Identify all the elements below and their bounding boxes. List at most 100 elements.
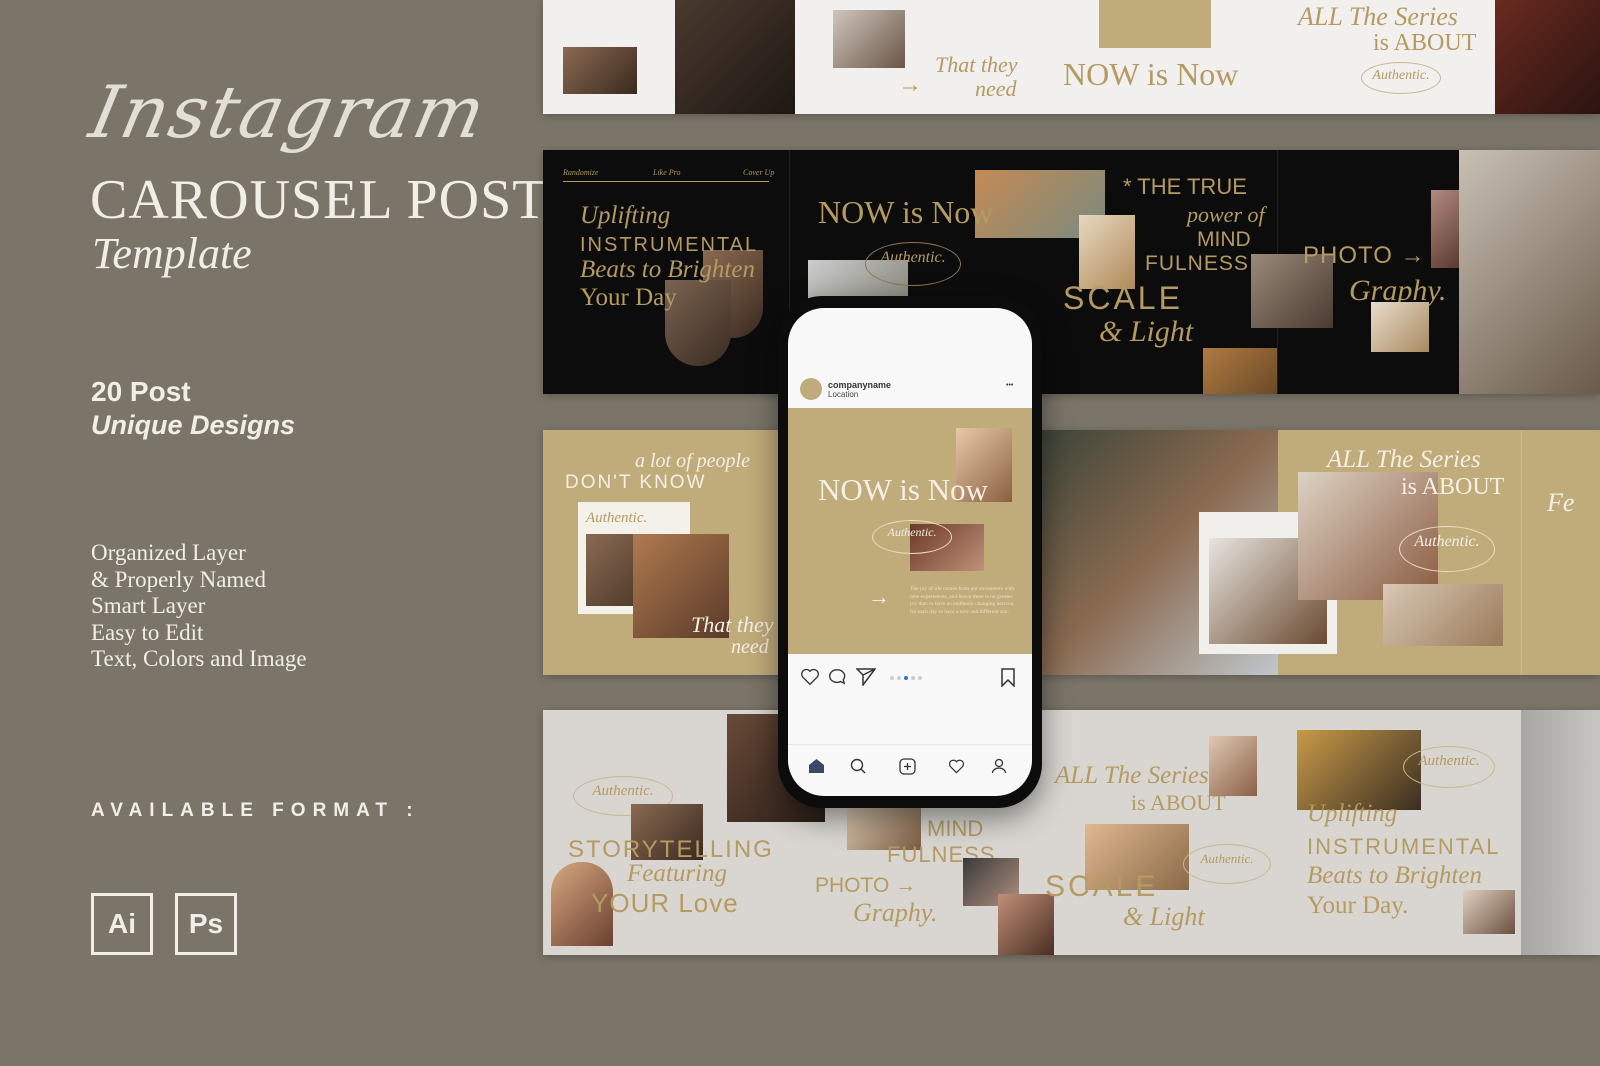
instrumental-text: INSTRUMENTAL — [580, 234, 759, 256]
photo — [1521, 710, 1600, 955]
dont-know-text: DON'T KNOW — [565, 472, 707, 493]
your-day-text: Your Day — [580, 284, 677, 311]
authentic-badge: Authentic. — [1403, 746, 1495, 788]
carousel-strip-4: Authentic. STORYTELLING Featuring YOUR L… — [543, 710, 1600, 955]
beats-text: Beats to Brighten — [1307, 862, 1482, 889]
graphy-text: Graphy. — [853, 898, 938, 927]
lot-of-people-text: a lot of people — [635, 450, 750, 472]
username[interactable]: companyname — [828, 380, 891, 390]
carousel-strip-2: Randomize Like Pro Cover Up Uplifting IN… — [543, 150, 1600, 394]
true-text: * THE TRUE — [1123, 174, 1247, 199]
scale-text: SCALE — [1045, 870, 1159, 903]
hero-title: CAROUSEL POST — [90, 169, 548, 231]
that-they-text: That they — [691, 612, 774, 637]
your-day-text: Your Day. — [1307, 892, 1409, 919]
feature-item: Organized Layer — [91, 540, 246, 565]
photo — [1459, 150, 1600, 394]
bookmark-icon[interactable] — [1000, 668, 1016, 687]
all-series-text: ALL The Series — [1055, 762, 1209, 789]
phone-mockup: companyname Location ••• NOW is Now Auth… — [778, 296, 1042, 808]
photo — [563, 47, 637, 94]
carousel-dot — [911, 676, 915, 680]
photo — [833, 10, 905, 68]
feature-item: Smart Layer — [91, 593, 206, 618]
nav-item: Like Pro — [653, 168, 681, 177]
photo — [1463, 890, 1515, 934]
now-is-now-text: NOW is Now — [1063, 56, 1239, 92]
avatar[interactable] — [800, 378, 822, 400]
divider — [563, 181, 769, 182]
carousel-strip-3: a lot of people DON'T KNOW Authentic. Th… — [543, 430, 1600, 675]
carousel-dot — [904, 676, 908, 680]
fe-text: Fe — [1547, 488, 1575, 517]
arrow-icon: → — [898, 72, 922, 98]
light-text: & Light — [1099, 315, 1194, 348]
all-series-text: ALL The Series — [1327, 446, 1481, 473]
photo — [1495, 0, 1600, 114]
your-love-text: YOUR Love — [591, 888, 739, 918]
divider — [788, 744, 1032, 745]
featuring-text: Featuring — [627, 860, 727, 887]
authentic-badge: Authentic. — [1183, 844, 1271, 884]
post-title: NOW is Now — [818, 472, 988, 507]
carousel-dot — [918, 676, 922, 680]
home-icon[interactable] — [808, 758, 825, 774]
photo — [1209, 736, 1257, 796]
carousel-dot — [897, 676, 901, 680]
location[interactable]: Location — [828, 390, 858, 399]
instagram-screen: companyname Location ••• NOW is Now Auth… — [788, 308, 1032, 796]
authentic-text: Authentic. — [586, 510, 648, 526]
post-count-label: Unique Designs — [91, 410, 296, 440]
is-about-text: is ABOUT — [1401, 474, 1505, 500]
add-post-icon[interactable] — [899, 758, 916, 775]
is-about-text: is ABOUT — [1373, 30, 1477, 56]
post-image[interactable]: NOW is Now Authentic. → The joy of life … — [788, 408, 1032, 654]
beats-text: Beats to Brighten — [580, 256, 755, 283]
nav-item: Cover Up — [743, 168, 775, 177]
photo — [1203, 348, 1277, 394]
all-series-text: ALL The Series — [1298, 2, 1458, 31]
photo — [1383, 584, 1503, 646]
like-icon[interactable] — [800, 668, 820, 686]
photo-text: PHOTO → — [1303, 242, 1426, 269]
mind-text: MIND — [1197, 228, 1251, 251]
feature-item: Text, Colors and Image — [91, 646, 307, 671]
photo — [1431, 190, 1459, 268]
features-list: Organized Layer & Properly Named Smart L… — [91, 540, 307, 673]
hero-script-title: Instagram — [83, 70, 495, 154]
scale-text: SCALE — [1063, 280, 1183, 316]
that-they-text: That they — [935, 52, 1018, 77]
photo — [1079, 215, 1135, 289]
photo — [1099, 0, 1211, 48]
carousel-strip-1: That they need → NOW is Now ALL The Seri… — [543, 0, 1600, 114]
profile-icon[interactable] — [991, 758, 1007, 774]
need-text: need — [731, 636, 769, 658]
need-text: need — [975, 76, 1017, 101]
power-text: power of — [1187, 202, 1265, 227]
share-icon[interactable] — [856, 668, 876, 686]
authentic-badge: Authentic. — [1361, 62, 1441, 94]
carousel-dot — [890, 676, 894, 680]
search-icon[interactable] — [850, 758, 866, 774]
light-text: & Light — [1123, 902, 1205, 931]
post-body: The joy of life comes from our encounter… — [910, 586, 1015, 615]
authentic-badge: Authentic. — [1399, 526, 1495, 572]
more-options-icon[interactable]: ••• — [1006, 382, 1013, 389]
photo — [1371, 302, 1429, 352]
carousel-indicator — [890, 676, 922, 680]
instrumental-text: INSTRUMENTAL — [1307, 834, 1501, 859]
ps-format-badge: Ps — [175, 893, 237, 955]
feature-item: & Properly Named — [91, 566, 267, 592]
ai-format-badge: Ai — [91, 893, 153, 955]
hero-subtitle: Template — [92, 229, 252, 278]
photo — [1297, 730, 1421, 810]
format-label: AVAILABLE FORMAT : — [91, 800, 420, 821]
comment-icon[interactable] — [828, 668, 846, 686]
activity-icon[interactable] — [948, 759, 965, 774]
post-count: 20 Post — [91, 376, 191, 407]
divider — [1521, 430, 1522, 675]
arrow-icon: → — [868, 584, 890, 609]
nav-item: Randomize — [563, 168, 599, 177]
feature-item: Easy to Edit — [91, 619, 204, 645]
authentic-badge: Authentic. — [865, 242, 961, 286]
